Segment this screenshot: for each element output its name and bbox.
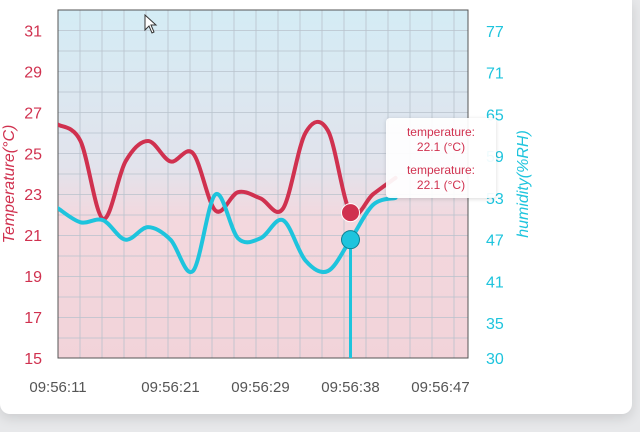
y-tick-left: 19 <box>24 269 42 286</box>
x-tick-label: 09:56:11 <box>29 379 86 396</box>
tooltip: temperature: 22.1 (°C) temperature: 22.1… <box>386 118 496 198</box>
x-tick-label: 09:56:21 <box>141 379 199 396</box>
y-tick-left: 23 <box>24 187 42 204</box>
y-ticks-left: 15 17 19 21 23 25 27 29 31 <box>24 23 42 368</box>
y-tick-left: 17 <box>24 310 42 327</box>
y-tick-left: 27 <box>24 105 42 122</box>
chart-card: 151719212325272931 303541475359657177 09… <box>0 0 632 414</box>
hover-point-humidity <box>341 230 360 250</box>
y-tick-left: 15 <box>24 351 42 368</box>
tooltip-value-1: 22.1 (°C) <box>416 140 466 154</box>
tooltip-label-2: temperature: <box>406 163 476 177</box>
y-tick-left: 25 <box>24 146 42 163</box>
y-tick-right: 30 <box>486 351 504 368</box>
tooltip-label-1: temperature: <box>406 125 476 139</box>
y-axis-title-right: humidity(%RH) <box>515 130 532 238</box>
y-axis-title-left: Temperature(°C) <box>1 125 18 244</box>
y-tick-right: 41 <box>486 274 504 291</box>
y-tick-left: 29 <box>24 64 42 81</box>
chart-svg: 151719212325272931 303541475359657177 09… <box>1 9 532 396</box>
hover-point-temperature <box>341 203 360 223</box>
y-tick-right: 77 <box>486 24 504 41</box>
tooltip-value-2: 22.1 (°C) <box>416 178 466 192</box>
y-tick-left: 31 <box>24 23 42 40</box>
y-tick-right: 35 <box>486 316 504 333</box>
mouse-pointer-icon <box>144 14 158 34</box>
y-tick-left: 21 <box>24 228 42 245</box>
x-tick-label: 09:56:38 <box>321 379 379 396</box>
y-tick-right: 71 <box>486 66 504 83</box>
y-tick-right: 47 <box>486 233 504 250</box>
x-ticks: 09:56:11 09:56:21 09:56:29 09:56:38 09:56:47 <box>29 379 469 396</box>
x-tick-label: 09:56:47 <box>411 379 469 396</box>
x-tick-label: 09:56:29 <box>231 379 289 396</box>
